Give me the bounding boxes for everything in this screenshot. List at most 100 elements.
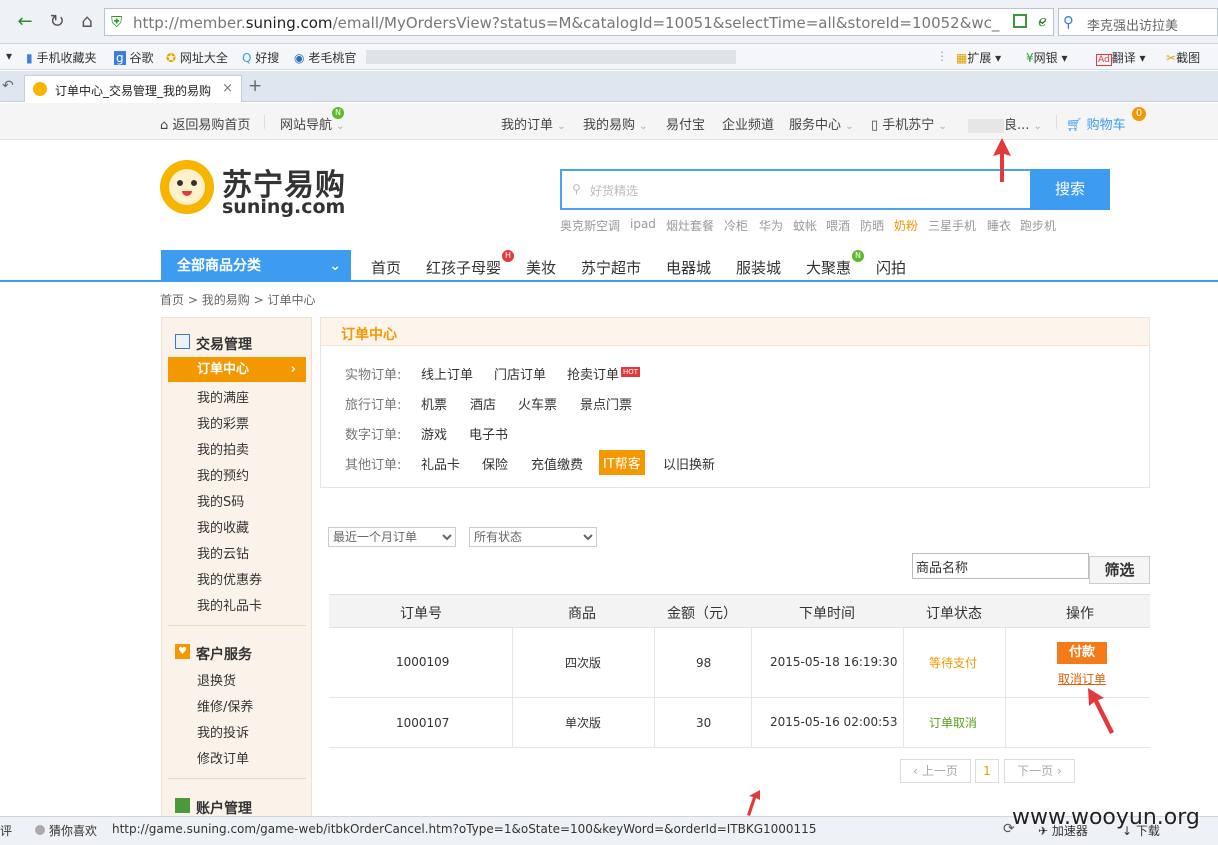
hotword[interactable]: 三星手机	[928, 217, 976, 234]
hotword[interactable]: 奥克斯空调	[560, 217, 620, 234]
order-type-link[interactable]: 礼品卡	[421, 454, 460, 473]
bookmark-laomaotao[interactable]: ◉ 老毛桃官	[294, 49, 356, 66]
new-tab-icon[interactable]: +	[248, 76, 262, 96]
guess-you-like-link[interactable]: 猜你喜欢	[49, 822, 97, 839]
sidebar-item[interactable]: 我的S码	[197, 491, 244, 510]
time-range-select[interactable]: 最近一个月订单	[328, 527, 456, 547]
sidebar-item[interactable]: 修改订单	[197, 748, 249, 767]
bookmark-mobile[interactable]: ▮ 手机收藏夹	[26, 49, 96, 66]
hot-tag: HOT	[621, 367, 641, 377]
sidebar-item[interactable]: 我的收藏	[197, 517, 249, 536]
keyword-input[interactable]	[912, 553, 1089, 579]
back-home-link[interactable]: ⌂ 返回易购首页	[160, 114, 250, 133]
translate-button[interactable]: Ad 翻译 ▾	[1096, 49, 1146, 66]
filter-button[interactable]: 筛选	[1089, 556, 1150, 584]
order-type-link[interactable]: 火车票	[518, 394, 557, 413]
sidebar-item[interactable]: 我的礼品卡	[197, 595, 262, 614]
mobile-suning-menu[interactable]: ▯ 手机苏宁 ⌄	[871, 114, 947, 133]
enterprise-link[interactable]: 企业频道	[722, 114, 774, 133]
browser-search-text: 李克强出访拉美	[1087, 19, 1179, 34]
refresh-icon[interactable]: ↻	[44, 9, 70, 35]
my-suning-menu[interactable]: 我的易购 ⌄	[583, 114, 648, 133]
order-type-link[interactable]: 以旧换新	[663, 454, 715, 473]
sidebar-item[interactable]: 我的满座	[197, 387, 249, 406]
bookmark-google[interactable]: g 谷歌	[114, 49, 153, 66]
cat-beauty[interactable]: 美妆	[526, 257, 556, 278]
hotword[interactable]: 防晒	[860, 217, 884, 234]
chevron-right-icon: ›	[290, 362, 296, 377]
sidebar-item[interactable]: 维修/保养	[197, 696, 253, 715]
bookmark-more-icon[interactable]: ⋮	[936, 49, 948, 63]
extensions-button[interactable]: ▦扩展 ▾	[956, 49, 1001, 66]
hotword[interactable]: 跑步机	[1020, 217, 1056, 234]
order-type-link[interactable]: 酒店	[470, 394, 496, 413]
product-search-input[interactable]: ⚲ 好货精选	[560, 169, 1032, 210]
order-type-link[interactable]: 景点门票	[580, 394, 632, 413]
qr-icon[interactable]	[1013, 14, 1027, 28]
order-type-link[interactable]: 线上订单	[421, 364, 473, 383]
order-type-link-active[interactable]: IT帮客	[599, 450, 645, 475]
sidebar-item[interactable]: 我的预约	[197, 465, 249, 484]
dropdown-icon[interactable]: ⌄	[1037, 13, 1048, 28]
status-select[interactable]: 所有状态	[469, 527, 597, 547]
sidebar-item[interactable]: 我的投诉	[197, 722, 249, 741]
restore-tab-icon[interactable]: ↶	[2, 78, 14, 94]
cart-link[interactable]: 🛒︎ 购物车	[1066, 114, 1126, 133]
breadcrumb-my-suning[interactable]: 我的易购	[202, 293, 250, 307]
browser-search-box[interactable]: ⚲ 李克强出访拉美	[1058, 8, 1218, 36]
pay-button[interactable]: 付款	[1057, 642, 1107, 664]
address-bar[interactable]: ⛨ http://member.suning.com/emall/MyOrder…	[104, 8, 1054, 36]
sidebar-item[interactable]: 我的彩票	[197, 413, 249, 432]
cat-home[interactable]: 首页	[371, 257, 401, 278]
home-icon[interactable]: ⌂	[74, 9, 100, 35]
back-icon[interactable]: ←	[12, 9, 38, 35]
sidebar-item[interactable]: 退换货	[197, 670, 236, 689]
cancel-order-link[interactable]: 取消订单	[1058, 670, 1106, 687]
tab-orders[interactable]: 订单中心_交易管理_我的易购 ×	[24, 75, 242, 102]
breadcrumb-home[interactable]: 首页	[160, 293, 184, 307]
hotword[interactable]: 华为	[759, 217, 783, 234]
hotword[interactable]: 喂酒	[826, 217, 850, 234]
user-menu[interactable]: 良... ⌄	[968, 114, 1042, 133]
cat-supermarket[interactable]: 苏宁超市	[581, 257, 641, 278]
yifubao-link[interactable]: 易付宝	[666, 114, 705, 133]
hotword[interactable]: 烟灶套餐	[666, 217, 714, 234]
next-page-button[interactable]: 下一页 ›	[1004, 759, 1075, 783]
cat-deals[interactable]: 大聚惠	[806, 257, 851, 278]
order-type-link[interactable]: 保险	[482, 454, 508, 473]
hotword[interactable]: 冷柜	[724, 217, 748, 234]
order-type-link[interactable]: 抢卖订单	[567, 364, 619, 383]
status-url: http://game.suning.com/game-web/itbkOrde…	[112, 822, 817, 836]
prev-page-button[interactable]: ‹ 上一页	[900, 759, 971, 783]
service-center-menu[interactable]: 服务中心 ⌄	[789, 114, 854, 133]
chevron-down-icon: ⌄	[938, 121, 947, 132]
order-type-link[interactable]: 充值缴费	[531, 454, 583, 473]
hotword-highlight[interactable]: 奶粉	[894, 217, 918, 234]
sidebar-item[interactable]: 我的拍卖	[197, 439, 249, 458]
sidebar-item-order-center[interactable]: 订单中心 ›	[168, 357, 306, 382]
order-type-link[interactable]: 门店订单	[494, 364, 546, 383]
cat-baby[interactable]: 红孩子母婴	[426, 257, 501, 278]
order-type-link[interactable]: 机票	[421, 394, 447, 413]
sidebar-item[interactable]: 我的优惠券	[197, 569, 262, 588]
bookmarks-menu-icon[interactable]: ▾	[6, 49, 12, 63]
bookmark-haosou[interactable]: Q 好搜	[242, 49, 279, 66]
page-number[interactable]: 1	[975, 759, 999, 783]
cat-clothing[interactable]: 服装城	[736, 257, 781, 278]
all-categories-button[interactable]: 全部商品分类 ⌄	[161, 250, 351, 282]
hotword[interactable]: ipad	[630, 217, 656, 231]
close-tab-icon[interactable]: ×	[222, 81, 233, 96]
search-button[interactable]: 搜索	[1030, 169, 1110, 210]
cat-electronics[interactable]: 电器城	[666, 257, 711, 278]
sidebar-item[interactable]: 我的云钻	[197, 543, 249, 562]
netbank-button[interactable]: ¥网银 ▾	[1026, 49, 1068, 66]
hotword[interactable]: 蚊帐	[793, 217, 817, 234]
cat-flash[interactable]: 闪拍	[876, 257, 906, 278]
order-type-link[interactable]: 游戏	[421, 424, 447, 443]
bookmark-directory[interactable]: ✪ 网址大全	[166, 49, 228, 66]
screenshot-button[interactable]: ✂截图	[1166, 49, 1200, 66]
hotword[interactable]: 睡衣	[987, 217, 1011, 234]
order-type-link[interactable]: 电子书	[469, 424, 508, 443]
my-orders-menu[interactable]: 我的订单 ⌄	[501, 114, 566, 133]
suning-logo[interactable]: 苏宁易购 suning.com	[160, 160, 360, 220]
